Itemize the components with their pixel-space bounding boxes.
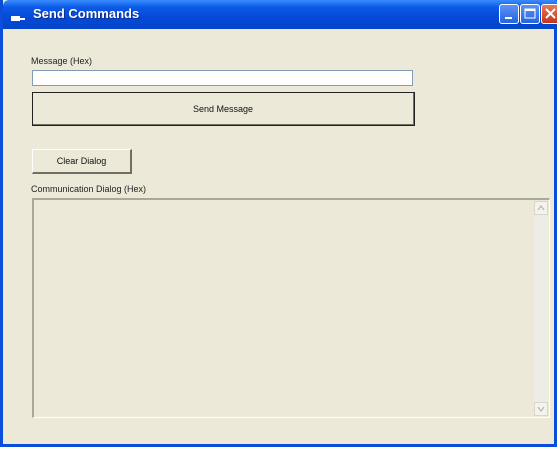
clear-dialog-button[interactable]: Clear Dialog (32, 149, 132, 174)
dialog-label: Communication Dialog (Hex) (31, 184, 147, 194)
minimize-button[interactable] (499, 4, 519, 24)
send-commands-window: Send Commands Message (Hex) Send Message… (0, 0, 557, 447)
scroll-down-icon[interactable] (534, 402, 548, 416)
title-bar[interactable]: Send Commands (3, 0, 557, 29)
communication-dialog[interactable] (32, 198, 550, 418)
minimize-icon (505, 17, 512, 19)
app-icon (11, 10, 25, 21)
vertical-scrollbar[interactable] (534, 201, 548, 416)
window-title: Send Commands (33, 6, 140, 21)
send-message-button[interactable]: Send Message (32, 92, 415, 126)
maximize-button[interactable] (520, 4, 540, 24)
maximize-icon (524, 8, 536, 19)
message-label: Message (Hex) (31, 56, 93, 66)
message-input[interactable] (32, 70, 413, 86)
close-button[interactable] (541, 4, 557, 24)
scroll-up-icon[interactable] (534, 201, 548, 215)
close-icon (545, 8, 556, 19)
